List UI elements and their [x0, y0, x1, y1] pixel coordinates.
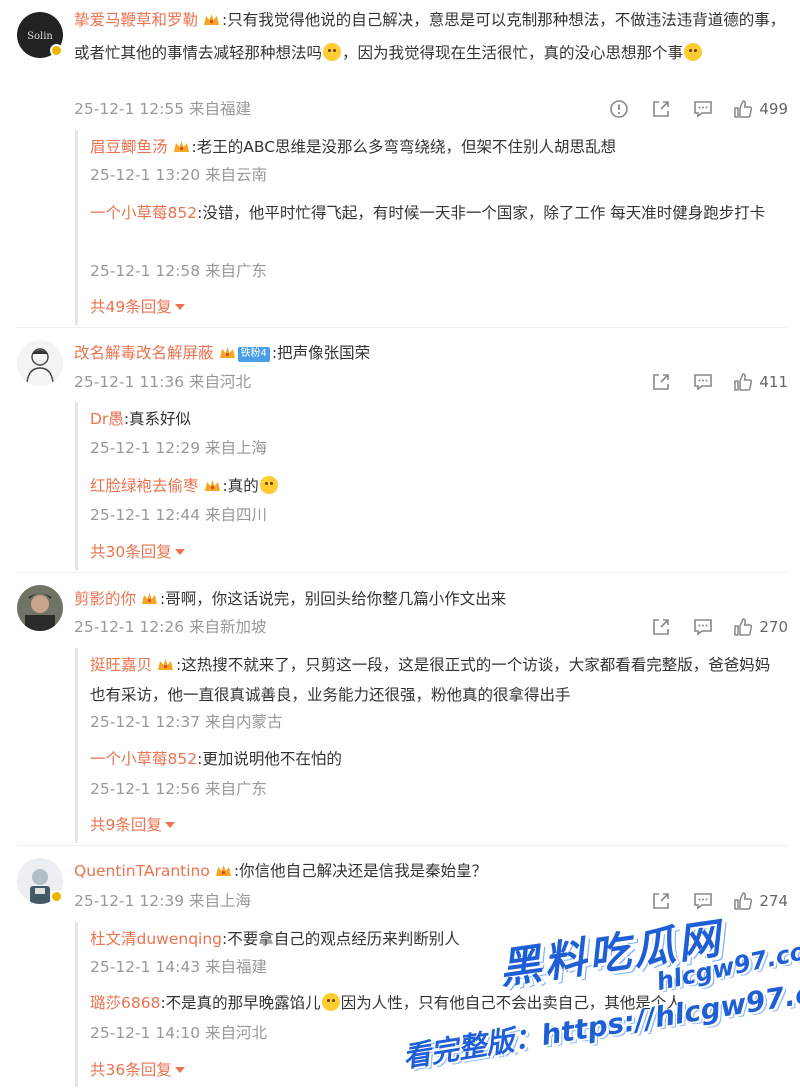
comment-meta: 25-12-1 12:55 来自福建: [74, 100, 252, 118]
comment-username[interactable]: 改名解毒改名解屏蔽: [74, 344, 214, 362]
thumbs-up-icon: [734, 100, 753, 118]
crown-icon: [158, 659, 174, 670]
reply-text: 眉豆鲫鱼汤:老王的ABC思维是没那么多弯弯绕绕，但架不住别人胡思乱想: [90, 138, 617, 156]
comment-icon[interactable]: [691, 98, 715, 120]
verified-badge-icon: [50, 44, 63, 57]
caret-down-icon: [174, 304, 185, 310]
reply-username[interactable]: 红脸绿袍去偷枣: [90, 477, 199, 495]
like-button[interactable]: 499: [733, 99, 788, 119]
reply-username[interactable]: 杜文清duwenqing: [90, 930, 222, 948]
comment-text: 挚爱马鞭草和罗勒:只有我觉得他说的自己解决，意思是可以克制那种想法，不做违法违背…: [74, 11, 786, 62]
reply-meta: 25-12-1 12:58 来自广东: [90, 262, 268, 280]
comment-text: 剪影的你:哥啊，你这话说完，别回头给你整几篇小作文出来: [74, 590, 507, 608]
caret-down-icon: [174, 1067, 185, 1073]
crown-icon: [219, 347, 235, 358]
crown-icon: [215, 865, 231, 876]
more-replies-link[interactable]: 共30条回复: [90, 542, 185, 562]
caret-down-icon: [174, 549, 185, 555]
comment-icon[interactable]: [691, 616, 715, 638]
comment-meta: 25-12-1 11:36 来自河北: [74, 373, 252, 391]
reply-thread: 眉豆鲫鱼汤:老王的ABC思维是没那么多弯弯绕绕，但架不住别人胡思乱想 25-12…: [75, 130, 787, 325]
thumbs-up-icon: [734, 892, 753, 910]
emoji-icon: [684, 43, 703, 61]
emoji-icon: [321, 993, 340, 1011]
comment-actions: 270: [649, 616, 788, 638]
comment-actions: 499: [607, 98, 788, 120]
more-replies-link[interactable]: 共9条回复: [90, 815, 175, 835]
reply-username[interactable]: 眉豆鲫鱼汤: [90, 138, 168, 156]
like-button[interactable]: 270: [733, 617, 788, 637]
comment-username[interactable]: 挚爱马鞭草和罗勒: [74, 11, 198, 29]
share-icon[interactable]: [649, 98, 673, 120]
reply-thread: 挺旺嘉贝:这热搜不就来了，只剪这一段，这是很正式的一个访谈，大家都看看完整版，爸…: [75, 648, 787, 843]
reply-username[interactable]: 一个小草莓852: [90, 750, 197, 768]
reply-meta: 25-12-1 12:44 来自四川: [90, 506, 268, 524]
more-replies-link[interactable]: 共36条回复: [90, 1060, 185, 1080]
reply-text: 挺旺嘉贝:这热搜不就来了，只剪这一段，这是很正式的一个访谈，大家都看看完整版，爸…: [90, 656, 771, 704]
reply-text: 红脸绿袍去偷枣:真的: [90, 471, 785, 501]
divider: [17, 327, 787, 328]
divider: [17, 572, 787, 573]
share-icon[interactable]: [649, 616, 673, 638]
emoji-icon: [323, 43, 342, 61]
share-icon[interactable]: [649, 371, 673, 393]
comment-username[interactable]: QuentinTArantino: [74, 862, 210, 880]
more-replies-link[interactable]: 共49条回复: [90, 297, 185, 317]
like-button[interactable]: 274: [733, 891, 788, 911]
reply-username[interactable]: Dr愚: [90, 410, 124, 428]
reply-text: Dr愚:真系好似: [90, 410, 192, 428]
reply-thread: Dr愚:真系好似 25-12-1 12:29 来自上海 红脸绿袍去偷枣:真的 2…: [75, 402, 787, 570]
avatar[interactable]: [17, 340, 63, 386]
comment-actions: 274: [649, 890, 788, 912]
reply-meta: 25-12-1 13:20 来自云南: [90, 166, 268, 184]
thumbs-up-icon: [734, 618, 753, 636]
reply-meta: 25-12-1 14:10 来自河北: [90, 1024, 268, 1042]
reply-meta: 25-12-1 12:56 来自广东: [90, 780, 268, 798]
reply-username[interactable]: 璐莎6868: [90, 994, 160, 1012]
comment-text: QuentinTArantino:你信他自己解决还是信我是秦始皇？: [74, 862, 488, 880]
comment-username[interactable]: 剪影的你: [74, 590, 136, 608]
comment-meta: 25-12-1 12:39 来自上海: [74, 892, 252, 910]
reply-meta: 25-12-1 14:43 来自福建: [90, 958, 268, 976]
comment-meta: 25-12-1 12:26 来自新加坡: [74, 618, 267, 636]
reply-text: 一个小草莓852:没错，他平时忙得飞起，有时候一天非一个国家，除了工作 每天准时…: [90, 204, 766, 222]
svg-text:Solin: Solin: [27, 31, 53, 42]
emoji-icon: [259, 476, 278, 494]
reply-meta: 25-12-1 12:37 来自内蒙古: [90, 713, 283, 731]
crown-icon: [204, 480, 220, 491]
crown-icon: [204, 14, 220, 25]
caret-down-icon: [164, 822, 175, 828]
like-button[interactable]: 411: [733, 372, 788, 392]
reply-username[interactable]: 挺旺嘉贝: [90, 656, 152, 674]
comment-text: 改名解毒改名解屏蔽 铁粉4:把声像张国荣: [74, 344, 371, 362]
fan-level-badge: 铁粉4: [237, 347, 270, 362]
comment-icon[interactable]: [691, 371, 715, 393]
divider: [17, 845, 787, 846]
share-icon[interactable]: [649, 890, 673, 912]
verified-badge-icon: [50, 890, 63, 903]
report-icon[interactable]: [607, 98, 631, 120]
crown-icon: [173, 141, 189, 152]
avatar[interactable]: [17, 585, 63, 631]
thumbs-up-icon: [734, 373, 753, 391]
reply-meta: 25-12-1 12:29 来自上海: [90, 439, 268, 457]
reply-username[interactable]: 一个小草莓852: [90, 204, 197, 222]
crown-icon: [142, 593, 158, 604]
comment-actions: 411: [649, 371, 788, 393]
reply-text: 一个小草莓852:更加说明他不在怕的: [90, 750, 342, 768]
